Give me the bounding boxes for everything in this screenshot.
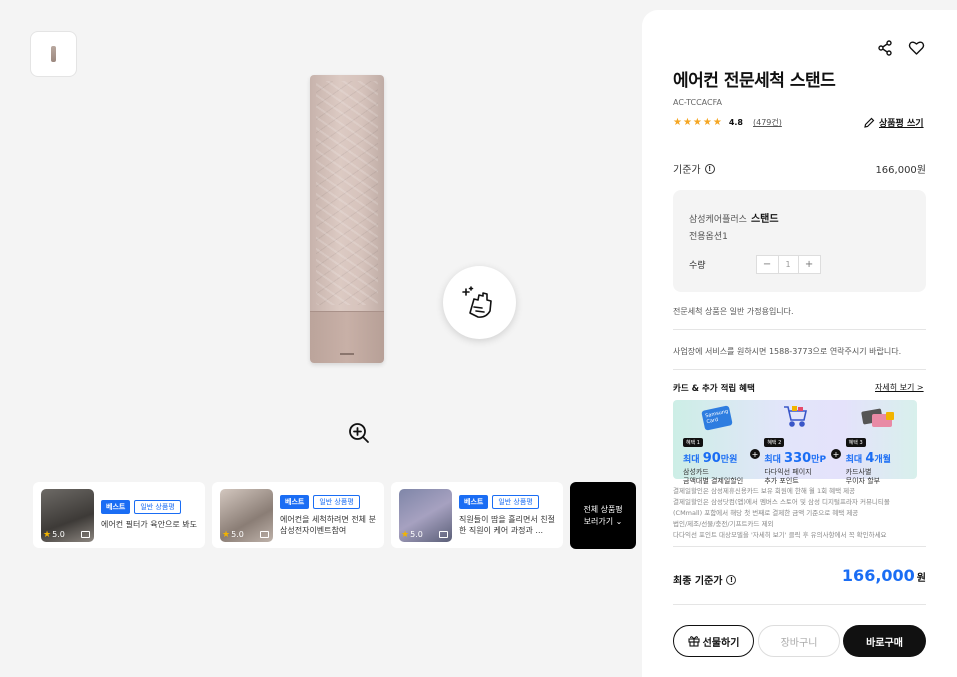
divider xyxy=(673,604,926,605)
gift-button[interactable]: 선물하기 xyxy=(673,625,754,657)
cleaning-service-badge xyxy=(443,266,516,339)
thumbnail-image xyxy=(51,46,56,62)
review-rating: ★ 5.0 xyxy=(222,529,244,540)
benefit-title: 카드 & 추가 적립 혜택 xyxy=(673,384,755,394)
review-text: 에어컨 필터가 육안으로 봐도 xyxy=(101,520,197,529)
review-text: 직원들이 땀을 흘리면서 친절 또한 직원이 케어 과정과 ... xyxy=(459,514,557,535)
benefit-item: 혜택 3 최대 4개월 카드사별 무이자 할부 xyxy=(836,400,917,485)
normal-review-tag: 일반 상품평 xyxy=(134,500,181,514)
star-icon: ★ xyxy=(43,529,52,540)
comment-icon xyxy=(439,530,448,538)
review-card[interactable]: ★ 5.0 베스트 일반 상품평 에어컨 필터가 육안으로 봐도 xyxy=(33,482,205,548)
benefit-label: 혜택 2 xyxy=(764,438,785,447)
rating-stars: ★★★★★ xyxy=(673,117,723,128)
samsung-card-icon: Samsung Card xyxy=(701,405,733,431)
divider xyxy=(673,369,926,370)
info-icon[interactable]: ! xyxy=(726,574,737,585)
model-code: AC-TCCACFA xyxy=(673,98,722,107)
comment-icon xyxy=(260,530,269,538)
credit-cards-icon xyxy=(861,408,894,427)
benefit-detail-link[interactable]: 자세히 보기 > xyxy=(875,382,924,393)
normal-review-tag: 일반 상품평 xyxy=(492,494,539,509)
review-card[interactable]: ★ 5.0 베스트 일반 상품평 직원들이 땀을 흘리면서 친절 또한 직원이 케… xyxy=(391,482,563,548)
divider xyxy=(673,329,926,330)
benefit-label: 혜택 3 xyxy=(845,438,866,447)
review-photo: ★ 5.0 xyxy=(220,488,273,542)
quantity-plus-button[interactable]: + xyxy=(799,256,820,273)
star-icon: ★ xyxy=(222,529,231,540)
rating-value: 4.8 xyxy=(728,118,743,127)
gallery-thumbnail[interactable] xyxy=(30,31,77,77)
gift-icon xyxy=(688,636,700,647)
business-notice: 사업장에 서비스를 원하시면 1588-3773으로 연락주시기 바랍니다. xyxy=(673,347,902,356)
benefit-item: Samsung Card 혜택 1 최대 90만원 삼성카드 금액대별 결제일할인 xyxy=(673,400,754,485)
benefit-item: 혜택 2 최대 330만P 다다익선 페이지 추가 포인트 xyxy=(754,400,835,485)
base-price: 166,000원 xyxy=(875,165,926,176)
review-card[interactable]: ★ 5.0 베스트 일반 상품평 에어컨을 세척하려면 전체 분 #삼성전자이벤트… xyxy=(212,482,384,548)
quantity-stepper: − 1 + xyxy=(755,255,821,274)
product-image xyxy=(310,75,384,363)
buy-now-button[interactable]: 바로구매 xyxy=(843,625,926,657)
benefit-label: 혜택 1 xyxy=(683,438,703,447)
normal-review-tag: 일반 상품평 xyxy=(313,494,360,509)
benefit-banner[interactable]: Samsung Card 혜택 1 최대 90만원 삼성카드 금액대별 결제일할인… xyxy=(673,400,917,485)
write-review-button[interactable]: 상품평 쓰기 xyxy=(864,116,924,129)
quantity-input[interactable]: 1 xyxy=(777,256,799,273)
review-count-link[interactable]: (479건) xyxy=(753,117,782,128)
share-icon[interactable] xyxy=(877,40,893,56)
quantity-minus-button[interactable]: − xyxy=(757,256,778,273)
info-icon[interactable]: ! xyxy=(704,163,715,174)
zoom-in-icon xyxy=(349,423,369,443)
heart-icon[interactable] xyxy=(908,40,925,56)
shopping-cart-icon xyxy=(784,406,808,427)
review-rating: ★ 5.0 xyxy=(43,529,65,540)
final-price-label: 최종 기준가 ! xyxy=(673,572,737,587)
comment-icon xyxy=(81,530,90,538)
pencil-icon xyxy=(864,117,875,128)
review-text: 에어컨을 세척하려면 전체 분 #삼성전자이벤트참여 xyxy=(280,514,378,535)
option-box: 삼성케어플러스 스탠드 전용옵션1 수량 − 1 + xyxy=(673,190,926,292)
all-reviews-button[interactable]: 전체 상품평 보러가기 ⌄ xyxy=(570,482,636,549)
best-tag: 베스트 xyxy=(280,494,310,509)
rating-row: ★★★★★ 4.8 (479건) xyxy=(673,117,782,128)
star-icon: ★ xyxy=(401,529,410,540)
zoom-button[interactable] xyxy=(346,420,372,446)
final-price: 166,000 원 xyxy=(841,566,926,585)
purchase-panel: 에어컨 전문세척 스탠드 AC-TCCACFA ★★★★★ 4.8 (479건)… xyxy=(642,10,957,677)
review-carousel: ★ 5.0 베스트 일반 상품평 에어컨 필터가 육안으로 봐도 ★ 5.0 베스트… xyxy=(33,482,636,549)
quantity-label: 수량 xyxy=(689,261,706,271)
review-photo: ★ 5.0 xyxy=(399,488,452,542)
product-title: 에어컨 전문세척 스탠드 xyxy=(673,71,836,91)
home-only-notice: 전문세척 상품은 일반 가정용입니다. xyxy=(673,307,794,316)
review-photo: ★ 5.0 xyxy=(41,488,94,542)
option-sub: 전용옵션1 xyxy=(689,232,728,242)
hand-wipe-sparkle-icon xyxy=(461,285,492,318)
divider xyxy=(673,546,926,547)
review-rating: ★ 5.0 xyxy=(401,529,423,540)
base-price-label: 기준가 ! xyxy=(673,161,715,176)
chevron-down-icon: ⌄ xyxy=(615,516,623,526)
add-to-cart-button[interactable]: 장바구니 xyxy=(758,625,840,657)
benefit-fine-print: 결제일할인은 삼성제휴신용카드 보유 회원에 한해 월 1회 혜택 제공 결제일… xyxy=(673,487,890,539)
best-tag: 베스트 xyxy=(101,500,131,514)
option-name: 삼성케어플러스 스탠드 xyxy=(689,214,779,225)
best-tag: 베스트 xyxy=(459,494,489,509)
